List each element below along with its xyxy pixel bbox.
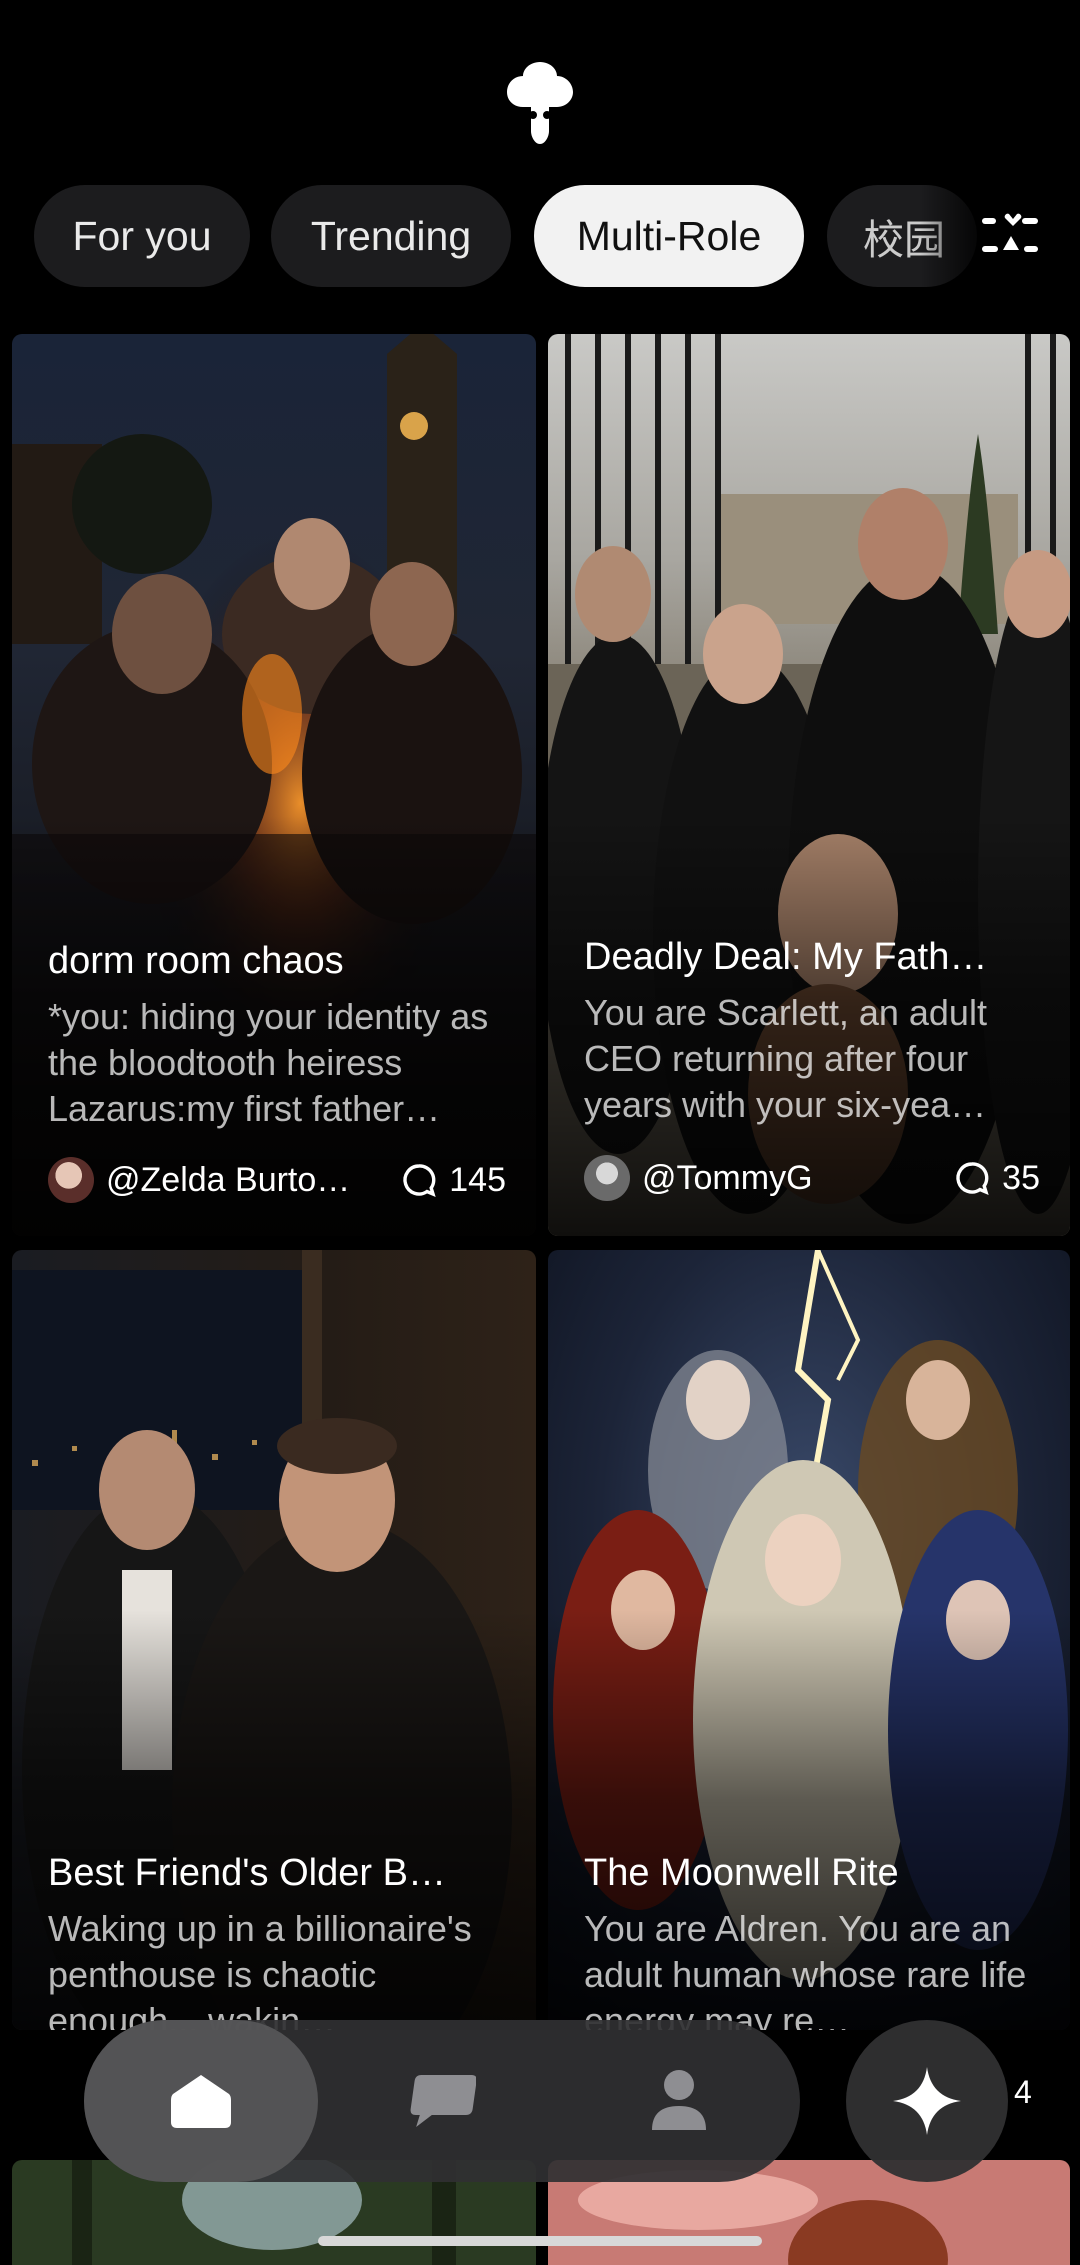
story-card[interactable]: Deadly Deal: My Fath… You are Scarlett, … (548, 334, 1070, 1236)
nav-chat[interactable] (366, 2020, 516, 2182)
story-card[interactable]: Best Friend's Older B… Waking up in a bi… (12, 1250, 536, 2030)
avatar (584, 1155, 630, 1201)
comment-count: 145 (401, 1161, 506, 1200)
story-card[interactable]: dorm room chaos *you: hiding your identi… (12, 334, 536, 1236)
card-title: dorm room chaos (48, 940, 344, 982)
home-indicator (318, 2236, 762, 2246)
story-card[interactable]: The Moonwell Rite You are Aldren. You ar… (548, 1250, 1070, 2030)
create-button[interactable] (846, 2020, 1008, 2182)
author-name[interactable]: @TommyG (642, 1159, 938, 1198)
tab-trending[interactable]: Trending (271, 185, 511, 287)
card-description: You are Aldren. You are an adult human w… (584, 1908, 1027, 2030)
comment-count: 4 (1014, 2074, 1032, 2110)
comment-count: 35 (954, 1159, 1040, 1198)
tab-for-you[interactable]: For you (34, 185, 250, 287)
card-title: The Moonwell Rite (584, 1852, 899, 1894)
comment-icon (956, 1162, 989, 1195)
nav-profile[interactable] (604, 2020, 754, 2182)
card-description: You are Scarlett, an adult CEO returning… (584, 992, 987, 1125)
card-title: Best Friend's Older B… (48, 1852, 446, 1894)
card-description: Waking up in a billionaire's penthouse i… (48, 1908, 472, 2030)
avatar (48, 1157, 94, 1203)
card-meta: @Zelda Burto… 145 (48, 1155, 506, 1205)
filter-sliders-icon[interactable] (976, 210, 1046, 260)
author-name[interactable]: @Zelda Burto… (106, 1161, 385, 1200)
card-description: *you: hiding your identity as the bloodt… (48, 996, 489, 1129)
card-title: Deadly Deal: My Fath… (584, 936, 988, 978)
sparkle-icon (893, 2067, 961, 2135)
tab-multi-role[interactable]: Multi-Role (534, 185, 804, 287)
home-icon (171, 2075, 231, 2128)
chat-bubble-icon (410, 2075, 476, 2127)
profile-icon (652, 2070, 706, 2130)
nav-home[interactable] (84, 2020, 318, 2182)
comment-icon (403, 1164, 436, 1197)
card-meta: @TommyG 35 (584, 1153, 1040, 1203)
bottom-nav-bar (84, 2020, 800, 2182)
mushroom-logo-icon (507, 62, 573, 144)
category-tabs: For you Trending Multi-Role 校园 (0, 185, 1080, 287)
